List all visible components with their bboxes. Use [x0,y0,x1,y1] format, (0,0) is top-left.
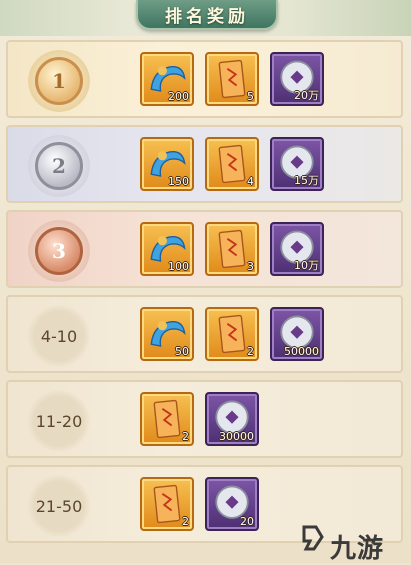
page-title: 排名奖励 [165,6,249,27]
rank-3-medal-icon: 3 [28,220,90,282]
item-qty: 2 [182,515,189,528]
item-qty: 100 [168,260,189,273]
item-qty: 3 [247,260,254,273]
watermark-logo-icon [302,525,324,551]
item-qty: 5 [247,90,254,103]
rank-range-emblem: 4-10 [26,305,92,367]
rank-2-medal-icon: 2 [28,135,90,197]
item-silver-coin[interactable]: 20 [205,477,259,531]
title-banner: 排名奖励 [136,0,278,30]
item-silver-coin[interactable]: 10万 [270,222,324,276]
rank-range-emblem: 11-20 [26,390,92,452]
item-qty: 10万 [294,259,319,272]
rank-number: 3 [35,227,83,275]
rank-number: 2 [35,142,83,190]
item-qty: 4 [247,175,254,188]
watermark-text: 九游 [330,534,385,564]
item-qty: 20 [240,515,254,528]
item-orange-scroll[interactable]: 2 [205,307,259,361]
item-orange-scroll[interactable]: 2 [140,477,194,531]
item-qty: 150 [168,175,189,188]
reward-row-rank-3: 3 100 3 10万 [6,210,403,288]
rank-number: 1 [35,57,83,105]
reward-row-rank-2: 2 150 4 15万 [6,125,403,203]
rank-range-label: 4-10 [40,326,78,346]
item-blue-wave-token[interactable]: 150 [140,137,194,191]
item-qty: 2 [247,345,254,358]
item-silver-coin[interactable]: 30000 [205,392,259,446]
item-qty: 200 [168,90,189,103]
rank-range-label: 11-20 [35,411,83,431]
rank-range-label: 21-50 [35,496,83,516]
item-qty: 2 [182,430,189,443]
item-blue-wave-token[interactable]: 200 [140,52,194,106]
item-blue-wave-token[interactable]: 100 [140,222,194,276]
item-orange-scroll[interactable]: 3 [205,222,259,276]
item-silver-coin[interactable]: 50000 [270,307,324,361]
item-orange-scroll[interactable]: 5 [205,52,259,106]
item-qty: 50000 [284,345,319,358]
item-silver-coin[interactable]: 20万 [270,52,324,106]
item-qty: 50 [175,345,189,358]
item-blue-wave-token[interactable]: 50 [140,307,194,361]
item-qty: 15万 [294,174,319,187]
item-orange-scroll[interactable]: 2 [140,392,194,446]
item-qty: 30000 [219,430,254,443]
item-silver-coin[interactable]: 15万 [270,137,324,191]
item-orange-scroll[interactable]: 4 [205,137,259,191]
reward-row-4-10: 4-10 50 2 50000 [6,295,403,373]
item-qty: 20万 [294,89,319,102]
rank-range-emblem: 21-50 [26,475,92,537]
rank-1-medal-icon: 1 [28,50,90,112]
reward-row-rank-1: 1 200 5 20万 [6,40,403,118]
reward-row-11-20: 11-20 2 30000 [6,380,403,458]
